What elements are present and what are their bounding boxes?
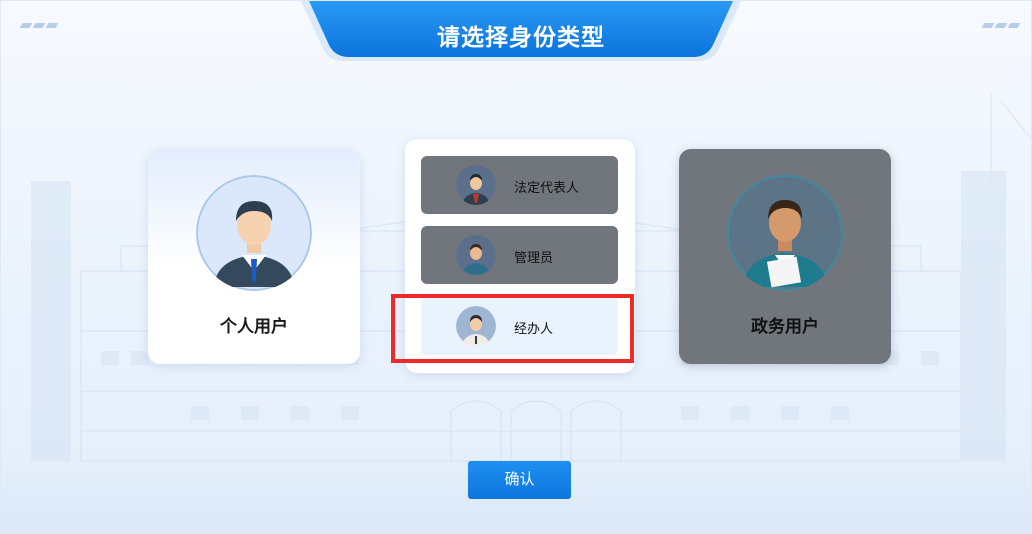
title-banner: 请选择身份类型 [301,1,741,61]
administrator-avatar-icon [456,235,496,275]
page-title: 请选择身份类型 [437,25,605,51]
role-item-administrator[interactable]: 管理员 [421,226,618,284]
official-avatar-icon [727,175,843,291]
role-label-legal-representative: 法定代表人 [514,181,580,196]
identity-selection-screen: 请选择身份类型 个人用户 法定代表人 管理员 经办人 政务用户 确认 [0,0,1032,534]
corner-decoration-right [981,13,1022,32]
role-item-legal-representative[interactable]: 法定代表人 [421,156,618,214]
selection-highlight [391,294,634,363]
businessman-avatar-icon [196,175,312,291]
confirm-button[interactable]: 确认 [468,461,571,499]
personal-user-label: 个人用户 [220,317,288,337]
role-label-administrator: 管理员 [514,251,554,266]
government-user-label: 政务用户 [751,317,819,337]
personal-user-card[interactable]: 个人用户 [148,149,360,364]
corner-decoration-left [19,13,60,32]
government-user-card[interactable]: 政务用户 [679,149,891,364]
legal-representative-avatar-icon [456,165,496,205]
